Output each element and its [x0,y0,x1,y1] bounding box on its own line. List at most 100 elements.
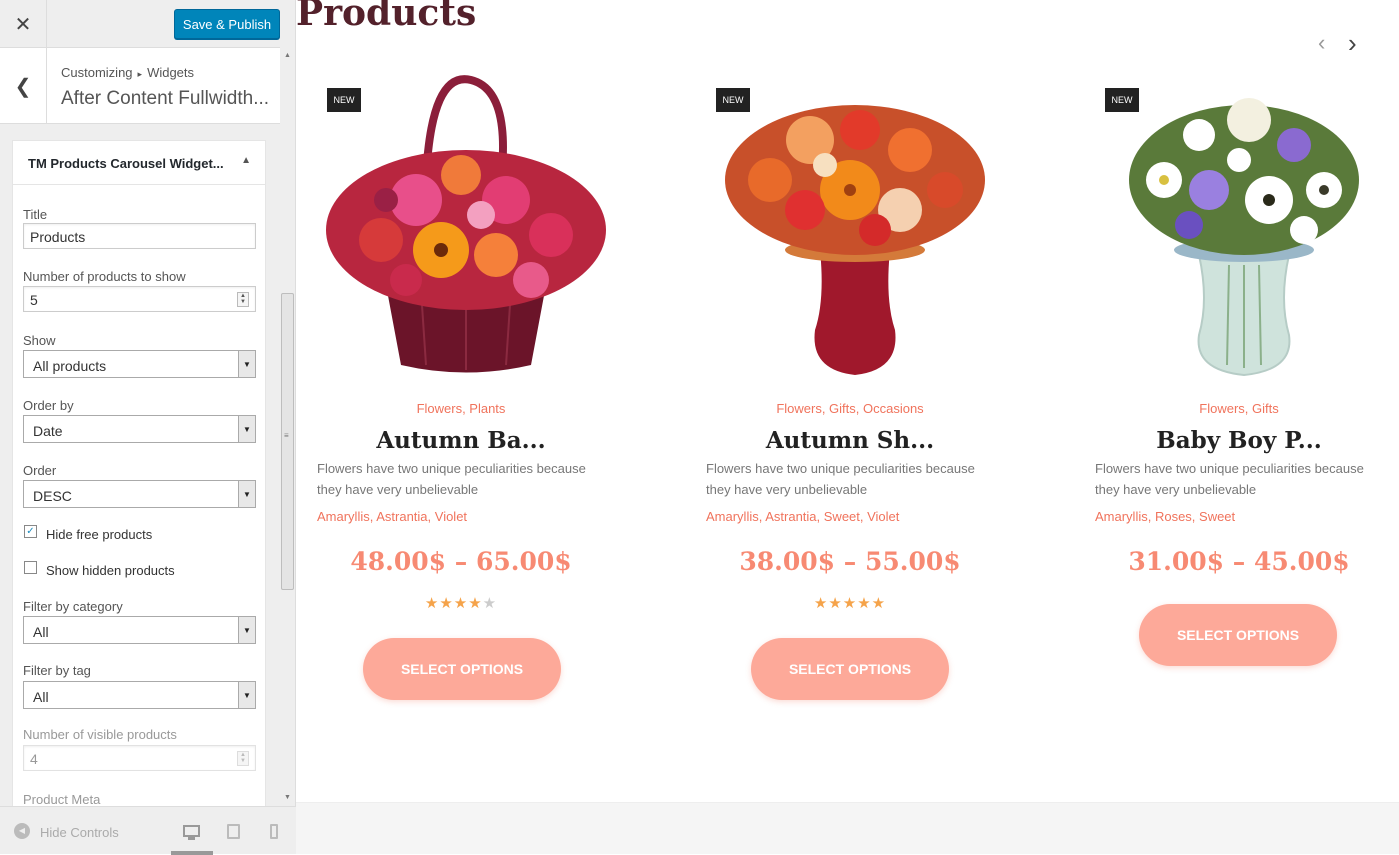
chevron-left-icon: ❮ [14,75,32,98]
mobile-preview-icon[interactable] [270,824,278,839]
widget-header[interactable]: TM Products Carousel Widget... ▲ [13,141,265,185]
scroll-up-arrow-icon[interactable]: ▲ [280,48,295,64]
visible-count-value: 4 [30,751,38,767]
preview-footer-strip [296,802,1399,854]
show-label: Show [23,333,56,348]
breadcrumb-widgets: Widgets [147,65,195,80]
product-name[interactable]: Autumn Sh... [685,427,1015,454]
hide-controls-icon[interactable]: ◀ [14,823,30,839]
breadcrumb: Customizing ▸ Widgets [61,65,194,80]
order-value: DESC [33,488,72,504]
customizer-sidebar: ✕ Save & Publish ❮ Customizing ▸ Widgets A… [0,0,296,855]
breadcrumb-customizing: Customizing [61,65,133,80]
site-preview: Products ‹ › NEW Flowers, Plants Autumn … [296,0,1399,854]
hide-free-label: Hide free products [46,527,153,542]
widget-title: TM Products Carousel Widget... [28,156,224,171]
star-icon: ★ [842,595,858,612]
select-options-button[interactable]: SELECT OPTIONS [1139,604,1337,666]
rating-stars: ★★★★★ [685,594,1015,612]
filter-tag-select[interactable]: All ▼ [23,681,256,709]
product-description: Flowers have two unique peculiarities be… [1095,461,1364,497]
breadcrumb-separator: ▸ [137,69,143,79]
order-select[interactable]: DESC ▼ [23,480,256,508]
product-categories[interactable]: Flowers, Gifts [1074,401,1399,416]
select-options-button[interactable]: SELECT OPTIONS [363,638,561,700]
count-stepper[interactable]: ▲ ▼ [237,292,249,307]
orderby-select[interactable]: Date ▼ [23,415,256,443]
save-publish-button[interactable]: Save & Publish [174,9,280,39]
new-badge: NEW [716,88,750,112]
title-input[interactable]: Products [23,223,256,249]
show-hidden-checkbox[interactable] [24,561,37,574]
tablet-preview-icon[interactable] [227,824,240,839]
dropdown-arrow-icon[interactable]: ▼ [238,682,255,708]
hide-controls-button[interactable]: Hide Controls [40,825,119,840]
product-price: 48.00$ – 65.00$ [350,547,572,576]
show-hidden-label: Show hidden products [46,563,175,578]
select-options-button[interactable]: SELECT OPTIONS [751,638,949,700]
star-icon: ★ [828,595,843,612]
product-tags[interactable]: Amaryllis, Astrantia, Sweet, Violet [706,509,899,524]
product-categories[interactable]: Flowers, Gifts, Occasions [685,401,1015,416]
section-header: ❮ Customizing ▸ Widgets After Content Full… [0,48,280,124]
product-tags[interactable]: Amaryllis, Astrantia, Violet [317,509,467,524]
star-empty-icon: ★ [482,595,498,612]
orderby-label: Order by [23,398,74,413]
filter-tag-label: Filter by tag [23,663,91,678]
star-icon: ★ [439,595,454,612]
visible-count-input[interactable]: 4 ▲ ▼ [23,745,256,771]
star-icon: ★ [453,595,469,612]
scroll-down-arrow-icon[interactable]: ▼ [280,790,295,806]
star-icon: ★ [468,595,483,612]
count-input[interactable]: 5 ▲ ▼ [23,286,256,312]
active-device-indicator [171,851,213,855]
dropdown-arrow-icon[interactable]: ▼ [238,351,255,377]
back-button[interactable]: ❮ [0,48,47,124]
dropdown-arrow-icon[interactable]: ▼ [238,617,255,643]
close-customizer-button[interactable]: ✕ [0,0,47,48]
product-meta-label: Product Meta [23,792,101,807]
show-select[interactable]: All products ▼ [23,350,256,378]
star-icon: ★ [813,595,829,612]
product-price: 31.00$ – 45.00$ [1128,547,1350,576]
order-label: Order [23,463,57,478]
product-categories[interactable]: Flowers, Plants [296,401,626,416]
desktop-preview-icon[interactable] [183,825,200,837]
dropdown-arrow-icon[interactable]: ▼ [238,416,255,442]
product-name[interactable]: Autumn Ba... [296,427,626,454]
product-image[interactable] [1099,70,1389,380]
dropdown-arrow-icon[interactable]: ▼ [238,481,255,507]
hide-free-checkbox[interactable]: ✓ [24,525,37,538]
new-badge: NEW [1105,88,1139,112]
product-image[interactable] [710,70,1000,380]
orderby-value: Date [33,423,63,439]
customizer-footer: ◀ Hide Controls [0,806,296,855]
grip-icon: ≡ [284,431,289,440]
product-description: Flowers have two unique peculiarities be… [317,461,586,497]
product-image[interactable] [321,70,611,380]
filter-category-label: Filter by category [23,599,123,614]
product-description: Flowers have two unique peculiarities be… [706,461,975,497]
visible-count-label: Number of visible products [23,727,177,742]
collapse-arrow-icon[interactable]: ▲ [241,155,251,166]
customizer-header: ✕ Save & Publish [0,0,280,48]
product-name[interactable]: Baby Boy P... [1074,427,1399,454]
product-card: NEW Flowers, Gifts, Occasions Autumn Sh.… [685,0,985,720]
star-icon: ★ [424,595,440,612]
desktop-stand-icon [188,837,195,840]
rating-stars: ★★★★★ [296,594,626,612]
new-badge: NEW [327,88,361,112]
product-price: 38.00$ – 55.00$ [739,547,961,576]
widget-panel: TM Products Carousel Widget... ▲ Title P… [12,140,266,810]
close-icon: ✕ [14,13,32,36]
product-tags[interactable]: Amaryllis, Roses, Sweet [1095,509,1235,524]
scrollbar-thumb[interactable]: ≡ [281,293,294,590]
filter-category-select[interactable]: All ▼ [23,616,256,644]
star-icon: ★ [871,595,887,612]
filter-category-value: All [33,624,49,640]
title-label: Title [23,207,48,222]
count-value: 5 [30,292,38,308]
product-card: NEW Flowers, Gifts Baby Boy P... Flowers… [1074,0,1374,720]
section-title: After Content Fullwidth... [61,88,270,109]
visible-count-stepper[interactable]: ▲ ▼ [237,751,249,766]
